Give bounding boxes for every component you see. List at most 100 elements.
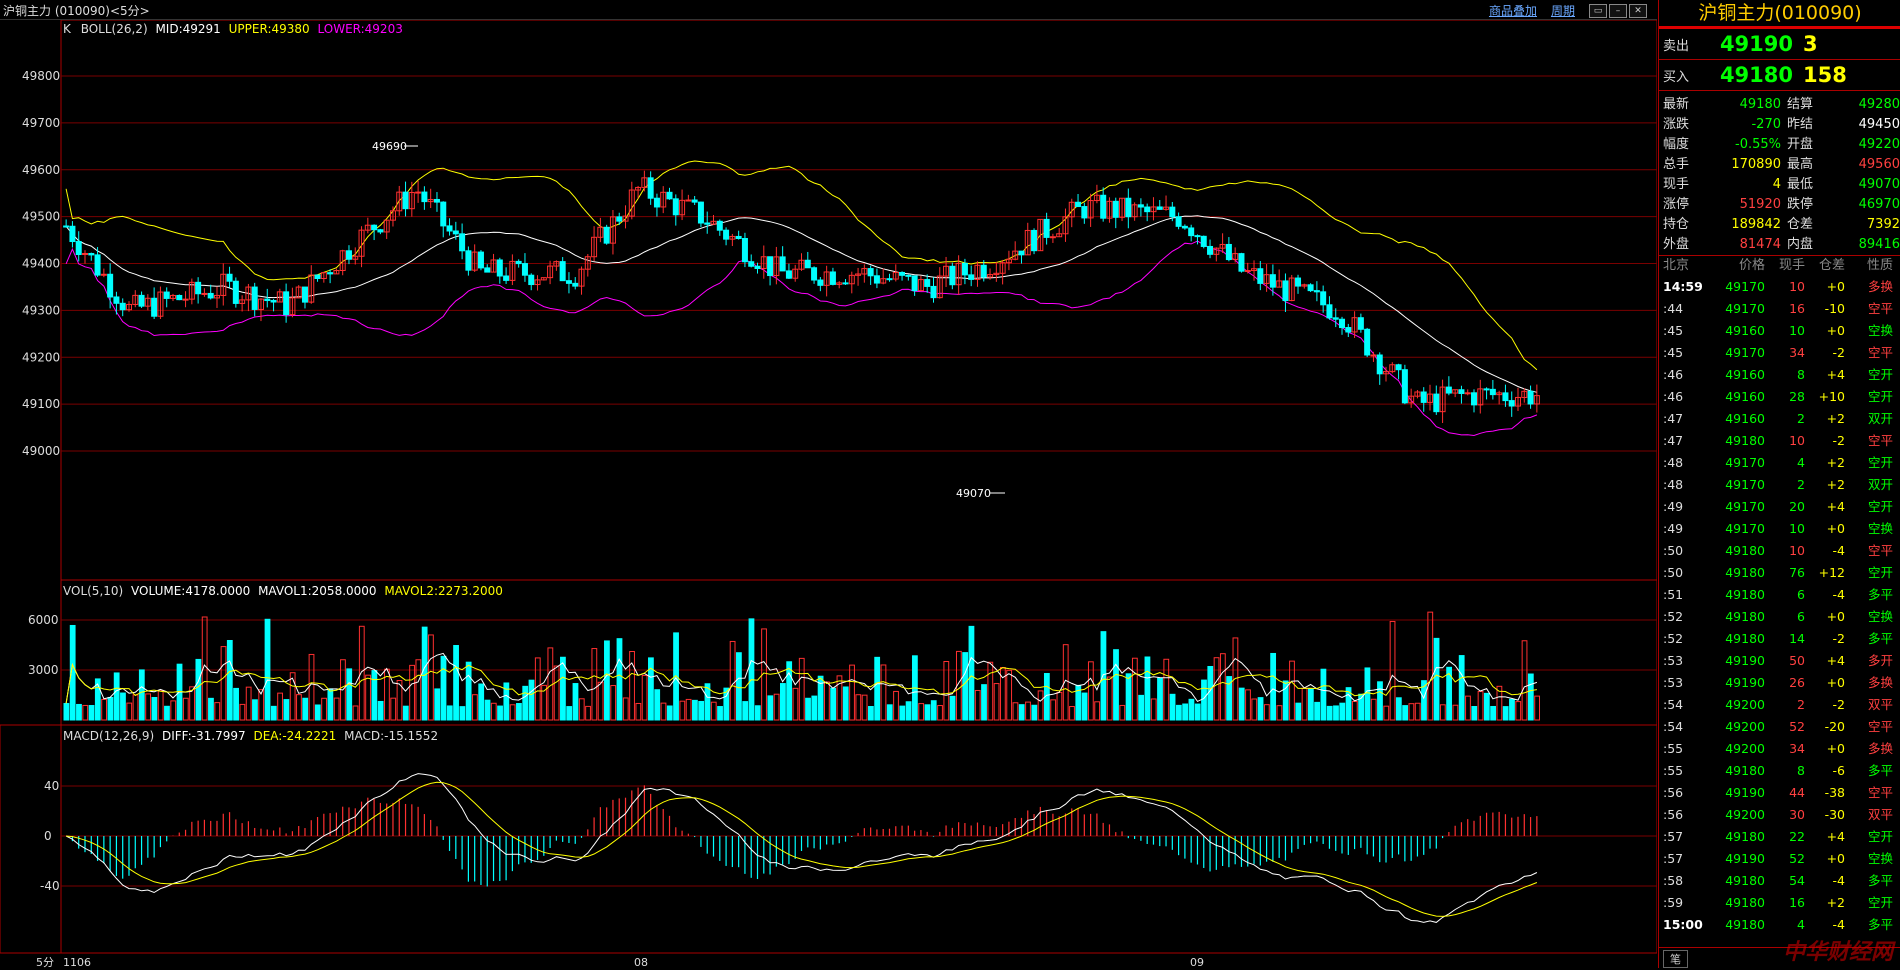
tick-price: 49180	[1725, 763, 1765, 778]
tick-row[interactable]: :45 49170 34 -2 空平	[1659, 342, 1900, 364]
candle-body	[911, 275, 918, 292]
volume-bar	[1169, 693, 1176, 721]
period-link[interactable]: 周期	[1551, 2, 1575, 19]
tick-row[interactable]: :56 49200 30 -30 双平	[1659, 804, 1900, 826]
tick-row[interactable]: :55 49200 34 +0 多换	[1659, 738, 1900, 760]
tick-row[interactable]: :54 49200 2 -2 双平	[1659, 694, 1900, 716]
tick-time: 15:00	[1663, 917, 1703, 932]
tick-volume: 10	[1789, 433, 1805, 448]
tick-type: 多平	[1867, 873, 1893, 888]
candle-body	[452, 230, 459, 235]
tick-row[interactable]: :48 49170 2 +2 双开	[1659, 474, 1900, 496]
tick-volume: 50	[1789, 653, 1805, 668]
tick-row[interactable]: :53 49190 50 +4 多开	[1659, 650, 1900, 672]
tick-row[interactable]: :55 49180 8 -6 多平	[1659, 760, 1900, 782]
candle-body	[314, 274, 321, 279]
window-titlebar: 沪铜主力 (010090)<5分> 商品叠加 周期 ▭ – ✕	[0, 0, 1657, 20]
candle-body	[1445, 386, 1452, 394]
tick-list[interactable]: 14:59 49170 10 +0 多换:44 49170 16 -10 空平:45 49160 1…	[1659, 276, 1900, 936]
volume-bar	[1194, 703, 1201, 721]
tick-row[interactable]: :50 49180 76 +12 空开	[1659, 562, 1900, 584]
tick-oi-change: +4	[1826, 653, 1845, 668]
tick-volume: 54	[1789, 873, 1805, 888]
volume-bar	[604, 640, 610, 721]
y-tick-label: 49300	[22, 303, 60, 317]
volume-bar	[968, 625, 975, 721]
tick-row[interactable]: :44 49170 16 -10 空平	[1659, 298, 1900, 320]
candle-body	[515, 260, 522, 265]
window-title: 沪铜主力 (010090)<5分>	[3, 4, 150, 18]
tick-row[interactable]: :47 49160 2 +2 双开	[1659, 408, 1900, 430]
tick-row[interactable]: :57 49180 22 +4 空开	[1659, 826, 1900, 848]
tick-row[interactable]: :54 49200 52 -20 空平	[1659, 716, 1900, 738]
tick-row[interactable]: :52 49180 14 -2 多平	[1659, 628, 1900, 650]
volume-bar	[736, 652, 742, 721]
overlay-link[interactable]: 商品叠加	[1489, 2, 1537, 19]
tick-row[interactable]: :49 49170 20 +4 空开	[1659, 496, 1900, 518]
volume-bar	[1320, 668, 1327, 721]
tick-row[interactable]: :56 49190 44 -38 空平	[1659, 782, 1900, 804]
stat-value2: 49220	[1858, 137, 1900, 152]
tick-row[interactable]: :51 49180 6 -4 多平	[1659, 584, 1900, 606]
candle-body	[697, 201, 704, 224]
minimize-icon[interactable]: –	[1609, 3, 1627, 18]
volume-bar	[1509, 698, 1515, 721]
candle-body	[1175, 216, 1182, 227]
volume-bar	[767, 695, 774, 721]
tick-row[interactable]: :52 49180 6 +0 空换	[1659, 606, 1900, 628]
tick-price: 49160	[1725, 411, 1765, 426]
tick-row[interactable]: :46 49160 8 +4 空开	[1659, 364, 1900, 386]
volume-bar	[1490, 705, 1497, 721]
candle-body	[63, 225, 70, 228]
candle-body	[1345, 327, 1352, 333]
candle-body	[100, 273, 107, 276]
tick-price: 49160	[1725, 323, 1765, 338]
y-tick-label: -40	[40, 879, 60, 893]
candle-body	[685, 199, 692, 202]
tick-row[interactable]: :58 49180 54 -4 多平	[1659, 870, 1900, 892]
tick-price: 49180	[1725, 895, 1765, 910]
y-tick-label: 40	[44, 779, 59, 793]
candle-body	[94, 254, 101, 276]
tick-row[interactable]: :59 49180 16 +2 空开	[1659, 892, 1900, 914]
tick-volume: 2	[1797, 697, 1805, 712]
tick-oi-change: +0	[1826, 675, 1845, 690]
tick-price: 49180	[1725, 433, 1765, 448]
tick-row[interactable]: :53 49190 26 +0 多换	[1659, 672, 1900, 694]
tick-row[interactable]: 14:59 49170 10 +0 多换	[1659, 276, 1900, 298]
stat-key2: 最高	[1787, 157, 1814, 172]
tick-time: :50	[1663, 565, 1684, 580]
tick-time: :48	[1663, 455, 1684, 470]
restore-icon[interactable]: ▭	[1589, 3, 1607, 18]
candle-body	[899, 271, 906, 276]
tick-row[interactable]: :48 49170 4 +2 空开	[1659, 452, 1900, 474]
volume-bar	[566, 706, 573, 721]
candle-body	[1269, 274, 1276, 288]
tick-row[interactable]: :47 49180 10 -2 空平	[1659, 430, 1900, 452]
candle-body	[1527, 390, 1534, 405]
candle-body	[107, 273, 114, 298]
tick-row[interactable]: :46 49160 28 +10 空开	[1659, 386, 1900, 408]
chart-area[interactable]: K BOLL(26,2) MID:49291 UPPER:49380 LOWER…	[0, 20, 1657, 968]
tick-type: 空换	[1867, 323, 1893, 338]
close-icon[interactable]: ✕	[1629, 3, 1647, 18]
volume-bar	[497, 705, 503, 721]
tick-row[interactable]: :57 49190 52 +0 空换	[1659, 848, 1900, 870]
volume-bar	[748, 618, 755, 721]
stat-key2: 开盘	[1787, 137, 1814, 152]
tick-price: 49180	[1725, 543, 1765, 558]
candle-body	[176, 294, 183, 301]
volume-bar	[1527, 673, 1534, 721]
tick-time: :46	[1663, 367, 1684, 382]
candle-body	[119, 302, 126, 311]
tick-row[interactable]: :50 49180 10 -4 空平	[1659, 540, 1900, 562]
candle-body	[345, 250, 352, 260]
tick-row[interactable]: :49 49170 10 +0 空换	[1659, 518, 1900, 540]
tick-type: 多换	[1867, 675, 1893, 690]
volume-bar	[402, 705, 409, 721]
tick-row[interactable]: :45 49160 10 +0 空换	[1659, 320, 1900, 342]
volume-bar	[120, 692, 126, 721]
candle-body	[433, 198, 440, 203]
tick-row[interactable]: 15:00 49180 4 -4 多平	[1659, 914, 1900, 936]
tab-trades[interactable]: 笔	[1663, 950, 1688, 968]
